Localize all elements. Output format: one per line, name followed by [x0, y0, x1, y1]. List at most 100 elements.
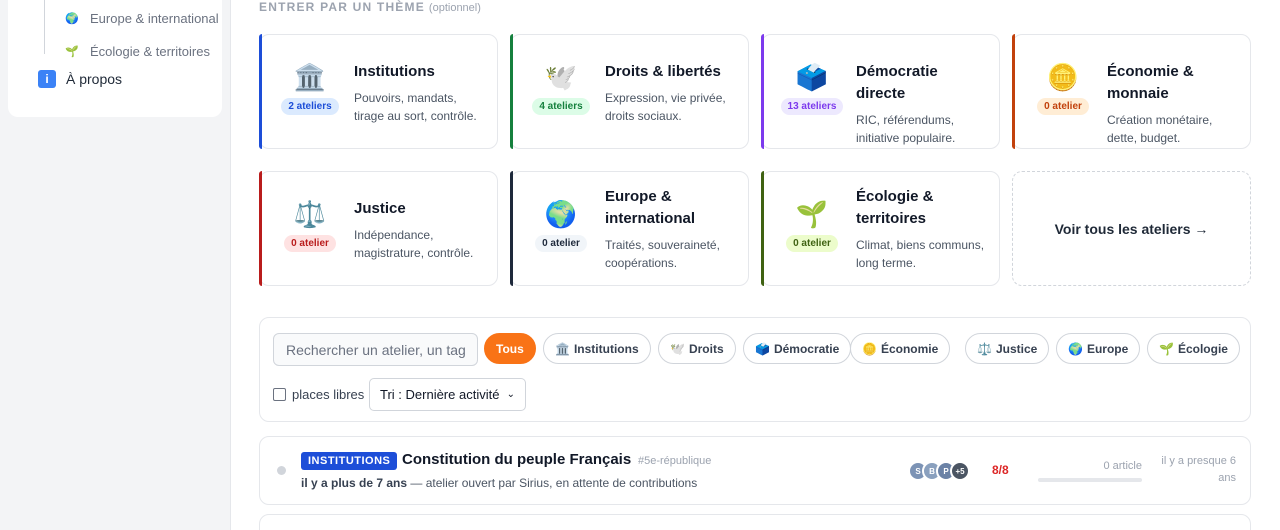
last-activity: il y a presque 6 ans: [1161, 455, 1236, 484]
filter-chip-label: Tous: [496, 341, 524, 356]
institution-icon: 🏛️: [555, 341, 570, 356]
theme-description: RIC, référendums, initiative populaire.: [856, 113, 956, 145]
theme-text: Droits & libertés Expression, vie privée,…: [605, 61, 738, 125]
theme-card[interactable]: 🗳️ 13 ateliers Démocratie directe RIC, réfé…: [761, 34, 1000, 149]
section-optional: (optionnel): [428, 2, 481, 14]
dove-icon: 🕊️: [670, 341, 685, 356]
avatar: +5: [950, 461, 970, 481]
workshop-title[interactable]: Constitution du peuple Français: [402, 451, 631, 468]
filter-chip-label: Europe: [1086, 341, 1129, 356]
filter-chip-label: Institutions: [573, 341, 639, 356]
workshop-count-badge: 0 atelier: [1037, 98, 1089, 115]
theme-icon-wrap: 🪙 0 atelier: [1031, 62, 1095, 115]
theme-accent: [1012, 34, 1015, 149]
main-content: ENTRER PAR UN THÈME (optionnel) 🏛️ 2 ateli…: [231, 0, 1280, 530]
filter-chip-label: Droits: [688, 341, 724, 356]
places-libres-checkbox[interactable]: places libres: [273, 387, 364, 402]
theme-description: Indépendance, magistrature, contrôle.: [354, 228, 474, 260]
workshop-count-badge: 0 atelier: [786, 235, 838, 252]
theme-description: Climat, biens communs, long terme.: [856, 238, 985, 270]
filter-chip-label: Économie: [880, 341, 939, 356]
theme-title: Économie & monnaie: [1107, 63, 1194, 102]
workshop-row[interactable]: INSTITUTIONS Constitution du peuple Fran…: [259, 436, 1251, 505]
theme-accent: [761, 171, 764, 286]
sidebar-item-label: À propos: [66, 71, 123, 87]
theme-card[interactable]: 🕊️ 4 ateliers Droits & libertés Expression,…: [510, 34, 749, 149]
theme-card[interactable]: 🌍 0 atelier Europe & international Traités,…: [510, 171, 749, 286]
theme-text: Démocratie directe RIC, référendums, init…: [856, 61, 989, 147]
theme-card[interactable]: 🌱 0 atelier Écologie & territoires Climat, …: [761, 171, 1000, 286]
scales-icon: ⚖️: [293, 199, 327, 229]
dove-icon: 🕊️: [544, 62, 578, 92]
ballot-box-icon: 🗳️: [795, 62, 829, 92]
search-input[interactable]: [273, 333, 478, 366]
sidebar-item-about[interactable]: i À propos: [38, 69, 122, 89]
theme-text: Économie & monnaie Création monétaire, de…: [1107, 61, 1240, 147]
theme-icon-wrap: 🌍 0 atelier: [529, 199, 593, 252]
seedling-icon: 🌱: [65, 45, 79, 58]
workshop-meta: il y a plus de 7 ans — atelier ouvert pa…: [301, 476, 697, 490]
theme-accent: [510, 171, 513, 286]
tree-line: [44, 0, 45, 54]
theme-title: Droits & libertés: [605, 63, 721, 80]
status-dot: [277, 466, 286, 475]
theme-card[interactable]: ⚖️ 0 atelier Justice Indépendance, magistra…: [259, 171, 498, 286]
workshop-hashtag[interactable]: #5e-république: [638, 455, 711, 467]
sort-select-value: Tri : Dernière activité: [380, 387, 500, 402]
filter-chip-label: Écologie: [1177, 341, 1228, 356]
theme-text: Europe & international Traités, souverain…: [605, 186, 738, 272]
workshop-row[interactable]: [259, 514, 1251, 530]
theme-card[interactable]: 🏛️ 2 ateliers Institutions Pouvoirs, mandat…: [259, 34, 498, 149]
sort-select[interactable]: Tri : Dernière activité ⌄: [369, 378, 526, 411]
theme-title: Démocratie directe: [856, 63, 938, 102]
filter-chip[interactable]: 🌱 Écologie: [1147, 333, 1240, 364]
coin-icon: 🪙: [1046, 62, 1080, 92]
workshop-meta-text: — atelier ouvert par Sirius, en attente …: [407, 476, 698, 490]
theme-card[interactable]: 🪙 0 atelier Économie & monnaie Création mon…: [1012, 34, 1251, 149]
theme-accent: [259, 34, 262, 149]
filter-panel: Tous🏛️Institutions🕊️Droits🗳️Démocratie🪙É…: [259, 317, 1251, 422]
filter-chip[interactable]: 🏛️ Institutions: [543, 333, 651, 364]
workshop-age: il y a plus de 7 ans: [301, 476, 408, 490]
seedling-icon: 🌱: [795, 199, 829, 229]
globe-icon: 🌍: [65, 12, 79, 25]
workshop-count-badge: 13 ateliers: [780, 98, 844, 115]
theme-icon-wrap: ⚖️ 0 atelier: [278, 199, 342, 252]
workshop-count-badge: 0 atelier: [535, 235, 587, 252]
theme-text: Institutions Pouvoirs, mandats, tirage au…: [354, 61, 487, 125]
coin-icon: 🪙: [862, 341, 877, 356]
filter-chip[interactable]: 🪙 Économie: [850, 333, 951, 364]
sidebar-item-label: Écologie & territoires: [90, 43, 210, 59]
sidebar-nav: 🌍 Europe & international 🌱 Écologie & te…: [8, 0, 222, 117]
workshop-count-badge: 0 atelier: [284, 235, 336, 252]
seedling-icon: 🌱: [1159, 341, 1174, 356]
scales-icon: ⚖️: [977, 341, 992, 356]
sidebar-item-ecologie[interactable]: 🌱 Écologie & territoires: [64, 41, 210, 61]
theme-title: Écologie & territoires: [856, 188, 934, 227]
see-all-workshops-button[interactable]: Voir tous les ateliers →: [1012, 171, 1251, 286]
info-icon: i: [38, 70, 56, 88]
participant-avatars: S B P +5: [908, 461, 970, 481]
article-count: 0 article: [1103, 460, 1142, 472]
filter-chip[interactable]: 🗳️ Démocratie: [743, 333, 852, 364]
article-progress-bar: [1038, 478, 1142, 482]
ballot-box-icon: 🗳️: [755, 341, 770, 356]
category-tag: INSTITUTIONS: [301, 452, 398, 470]
filter-chip[interactable]: 🕊️ Droits: [658, 333, 736, 364]
filter-chip[interactable]: 🌍 Europe: [1056, 333, 1141, 364]
theme-accent: [259, 171, 262, 286]
globe-icon: 🌍: [1068, 341, 1083, 356]
globe-icon: 🌍: [544, 199, 578, 229]
checkbox-icon[interactable]: [273, 388, 286, 401]
filter-chip-label: Justice: [995, 341, 1038, 356]
theme-icon-wrap: 🗳️ 13 ateliers: [780, 62, 844, 115]
places-libres-label: places libres: [292, 387, 365, 402]
sidebar-item-europe[interactable]: 🌍 Europe & international: [64, 8, 219, 28]
filter-chip[interactable]: ⚖️ Justice: [965, 333, 1050, 364]
theme-title: Justice: [354, 200, 406, 217]
workshop-count-badge: 2 ateliers: [281, 98, 339, 115]
theme-icon-wrap: 🕊️ 4 ateliers: [529, 62, 593, 115]
filter-chip[interactable]: Tous: [484, 333, 536, 364]
theme-icon-wrap: 🌱 0 atelier: [780, 199, 844, 252]
theme-description: Création monétaire, dette, budget.: [1107, 113, 1213, 145]
